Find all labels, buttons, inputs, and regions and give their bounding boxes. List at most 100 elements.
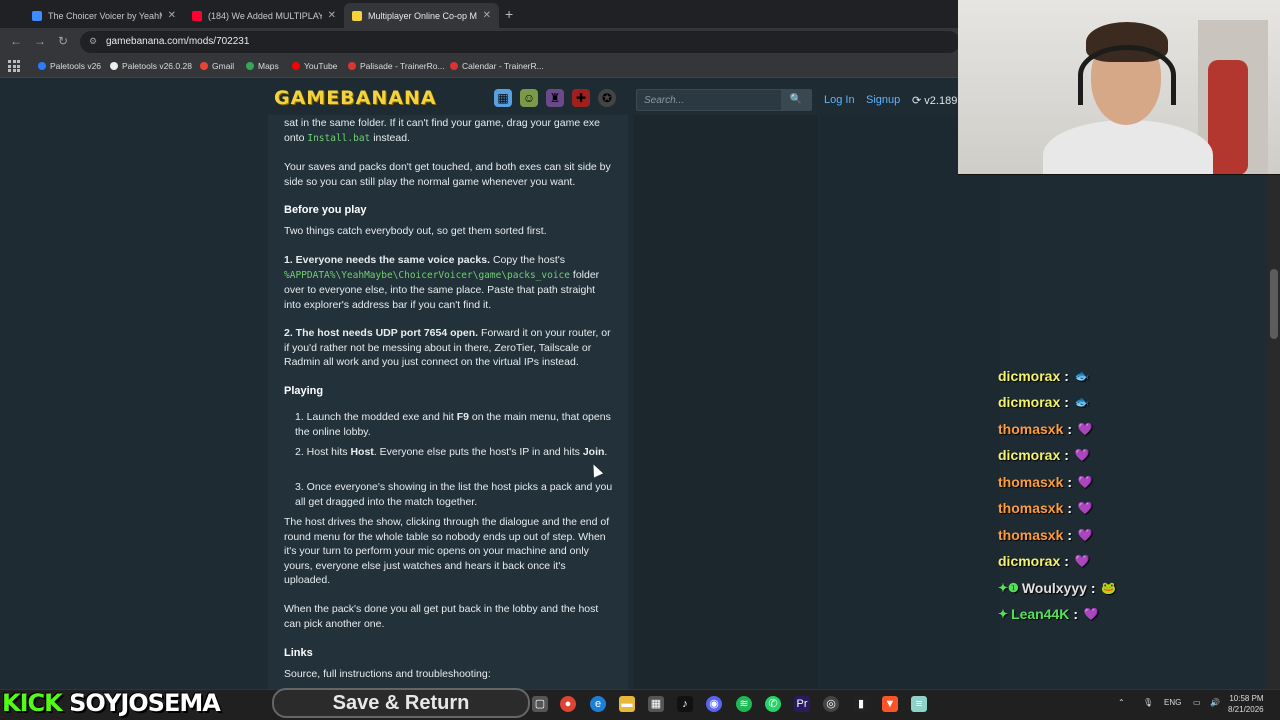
chat-message: thomasxk: 💜 <box>998 474 1093 490</box>
bookmark-favicon-icon <box>38 62 46 70</box>
channel-name: SOYJOSEMA <box>69 689 221 717</box>
tiktok-icon[interactable]: ♪ <box>677 696 693 712</box>
sync-icon: ⟳ <box>912 95 925 107</box>
chat-message: dicmorax: 💜 <box>998 553 1090 569</box>
bookmark-item[interactable]: Maps <box>246 61 279 71</box>
bookmark-favicon-icon <box>200 62 208 70</box>
taskbar-app-icon[interactable]: ▢ <box>532 696 548 712</box>
games-icon[interactable]: ♜ <box>546 89 564 107</box>
discord-icon[interactable]: ◉ <box>706 696 722 712</box>
chat-username: Woulxyyy <box>1021 580 1087 596</box>
site-logo[interactable]: GAMEBANANA <box>274 87 437 109</box>
tab-title: Multiplayer Online Co-op Mod <box>368 10 477 21</box>
chat-emote-icon: 💜 <box>1077 501 1093 515</box>
chat-message: thomasxk: 💜 <box>998 421 1093 437</box>
tray-chevron-icon[interactable]: ⌃ <box>1118 698 1125 707</box>
address-bar[interactable]: ⚙ gamebanana.com/mods/702231 <box>80 31 960 53</box>
community-icon[interactable]: ✪ <box>598 89 616 107</box>
signup-link[interactable]: Signup <box>866 94 900 106</box>
bookmark-label: Gmail <box>212 61 235 71</box>
sidebar-column <box>634 115 818 689</box>
edge-icon[interactable]: e <box>590 696 606 712</box>
chat-emote-icon: 🐟 <box>1074 369 1090 383</box>
bookmark-item[interactable]: Calendar - TrainerR... <box>450 61 544 71</box>
close-tab-icon[interactable]: ✕ <box>168 10 176 21</box>
chat-badge-icon: ✦ <box>998 607 1009 621</box>
close-tab-icon[interactable]: ✕ <box>328 10 336 21</box>
system-clock[interactable]: 10:58 PM 8/21/2026 <box>1228 693 1264 715</box>
chat-username: dicmorax <box>998 447 1061 463</box>
bookmark-label: Maps <box>258 61 279 71</box>
paragraph: 2. The host needs UDP port 7654 open. Fo… <box>284 327 611 369</box>
bookmark-favicon-icon <box>110 62 118 70</box>
brave-icon[interactable]: ▼ <box>882 696 898 712</box>
browser-tab-active[interactable]: Multiplayer Online Co-op Mod ✕ <box>344 3 499 28</box>
bookmark-label: Palisade - TrainerRo... <box>360 61 445 71</box>
network-icon[interactable]: ▭ <box>1193 698 1201 707</box>
bookmark-label: Paletools v26 <box>50 61 102 71</box>
bookmark-favicon-icon <box>292 62 300 70</box>
paragraph: Two things catch everybody out, so get t… <box>284 225 547 237</box>
login-link[interactable]: Log In <box>824 94 855 106</box>
chrome-icon[interactable]: ● <box>560 696 576 712</box>
chat-message: dicmorax: 🐟 <box>998 368 1090 384</box>
search-icon[interactable]: 🔍 <box>781 90 811 110</box>
browser-tab[interactable]: The Choicer Voicer by YeahMay ✕ <box>24 3 184 28</box>
mod-description: sat in the same folder. If it can't find… <box>268 115 628 689</box>
back-icon[interactable]: ← <box>10 34 22 48</box>
search-input[interactable] <box>637 90 782 110</box>
bookmark-item[interactable]: Paletools v26 <box>38 61 101 71</box>
notepad-icon[interactable]: ≡ <box>911 696 927 712</box>
chat-username: thomasxk <box>998 474 1064 490</box>
paragraph: When the pack's done you all get put bac… <box>284 603 599 630</box>
chat-username: thomasxk <box>998 527 1064 543</box>
bookmark-item[interactable]: Gmail <box>200 61 234 71</box>
spotify-icon[interactable]: ≋ <box>736 696 752 712</box>
paragraph: sat in the same folder. If it can't find… <box>284 117 601 144</box>
sidebar-column-secondary <box>820 115 1000 689</box>
volume-icon[interactable]: 🔊 <box>1210 698 1220 707</box>
language-indicator[interactable]: ENG <box>1164 698 1181 707</box>
browser-tab[interactable]: (184) We Added MULTIPLAYER ✕ <box>184 3 344 28</box>
chat-emote-icon: 💜 <box>1083 607 1099 621</box>
page-scrollbar[interactable] <box>1268 115 1280 689</box>
bookmark-favicon-icon <box>450 62 458 70</box>
address-url: gamebanana.com/mods/702231 <box>106 36 250 47</box>
terminal-icon[interactable]: ▮ <box>853 696 869 712</box>
members-icon[interactable]: ☺ <box>520 89 538 107</box>
file-explorer-icon[interactable]: ▬ <box>619 696 635 712</box>
section-heading: Playing <box>284 385 324 397</box>
bookmark-item[interactable]: Paletools v26.0.28 <box>110 61 192 71</box>
microphone-icon[interactable]: 🎙 <box>1143 698 1153 707</box>
new-tab-button[interactable]: + <box>505 6 513 22</box>
close-tab-icon[interactable]: ✕ <box>483 10 491 21</box>
bookmark-item[interactable]: YouTube <box>292 61 337 71</box>
chat-emote-icon: 🐟 <box>1074 395 1090 409</box>
reload-icon[interactable]: ↻ <box>58 34 68 48</box>
whatsapp-icon[interactable]: ✆ <box>765 696 781 712</box>
bookmark-item[interactable]: Palisade - TrainerRo... <box>348 61 445 71</box>
chat-username: dicmorax <box>998 553 1061 569</box>
store-icon[interactable]: ▦ <box>648 696 664 712</box>
chat-message: dicmorax: 💜 <box>998 447 1090 463</box>
save-and-return-button[interactable]: Save & Return <box>272 688 530 718</box>
apps-grid-icon[interactable] <box>8 60 20 72</box>
bookmark-label: YouTube <box>304 61 338 71</box>
paragraph: 1. Everyone needs the same voice packs. … <box>284 254 600 311</box>
chat-username: Lean44K <box>1011 606 1070 622</box>
premiere-icon[interactable]: Pr <box>794 696 810 712</box>
site-info-icon[interactable]: ⚙ <box>89 36 99 46</box>
chat-message: thomasxk: 💜 <box>998 500 1093 516</box>
forward-icon[interactable]: → <box>34 34 46 48</box>
section-heading: Links <box>284 647 313 659</box>
mods-icon[interactable]: ▦ <box>494 89 512 107</box>
chat-emote-icon: 💜 <box>1074 448 1090 462</box>
save-return-label: Save & Return <box>332 692 470 714</box>
tools-icon[interactable]: ✚ <box>572 89 590 107</box>
chat-emote-icon: 💜 <box>1077 528 1093 542</box>
chat-emote-icon: 🐸 <box>1101 581 1117 595</box>
tab-favicon-icon <box>352 10 362 21</box>
chat-message: ✦❶ Woulxyyy: 🐸 <box>998 580 1117 596</box>
obs-icon[interactable]: ◎ <box>823 696 839 712</box>
scrollbar-thumb[interactable] <box>1270 269 1278 339</box>
